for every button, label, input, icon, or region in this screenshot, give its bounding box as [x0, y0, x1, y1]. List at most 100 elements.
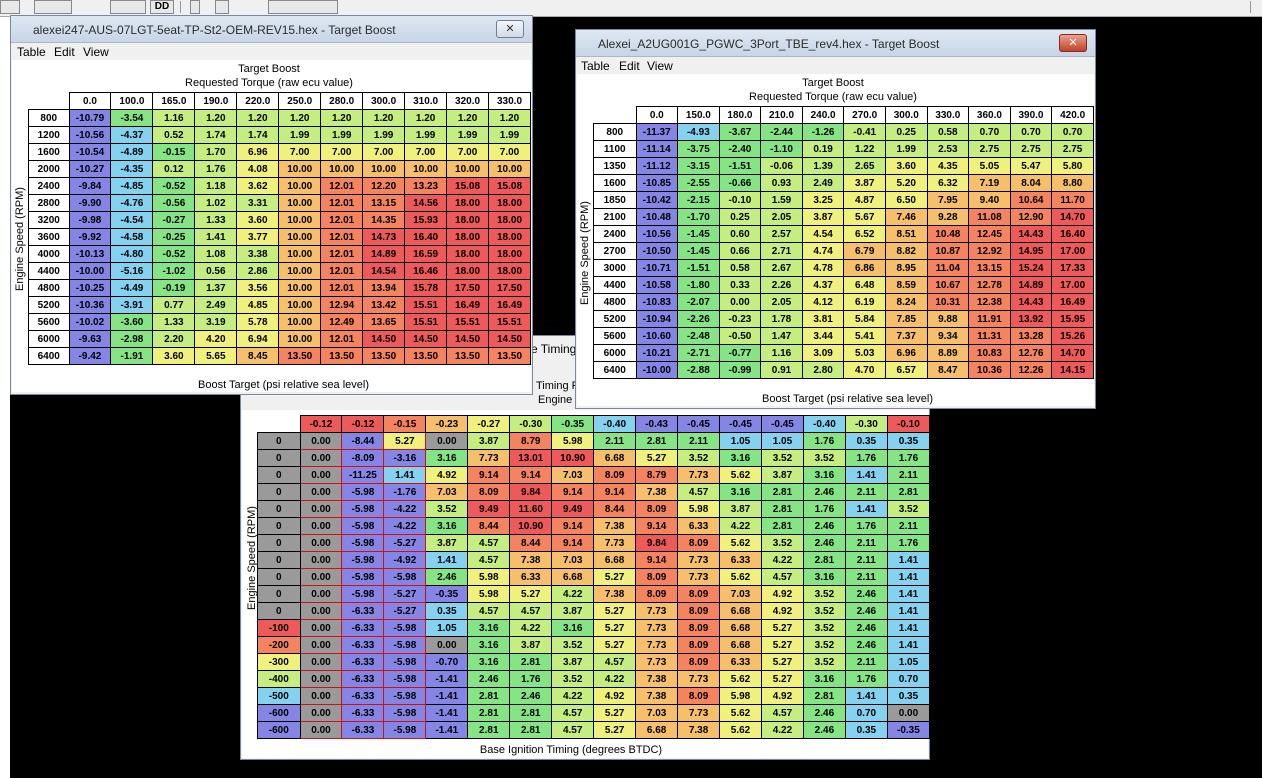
table-cell[interactable]: 2.11: [844, 483, 888, 501]
table-cell[interactable]: 10.90: [509, 517, 553, 535]
table-cell[interactable]: 18.00: [488, 194, 531, 212]
table-cell[interactable]: 7.37: [884, 327, 928, 345]
table-cell[interactable]: -2.98: [110, 330, 154, 348]
table-cell[interactable]: 2.26: [760, 276, 803, 294]
table-cell[interactable]: 7.38: [635, 483, 679, 501]
table-cell[interactable]: 0.35: [844, 432, 888, 450]
row-header[interactable]: -200: [257, 636, 301, 654]
table-cell[interactable]: 10.64: [1009, 191, 1053, 209]
table-cell[interactable]: 1.08: [194, 245, 238, 263]
table-cell[interactable]: -4.76: [110, 194, 154, 212]
table-cell[interactable]: 3.52: [677, 449, 721, 467]
table-cell[interactable]: 8.44: [593, 500, 637, 518]
table-cell[interactable]: 18.00: [446, 194, 490, 212]
table-cell[interactable]: 3.87: [801, 208, 845, 226]
table-cell[interactable]: 10.00: [278, 228, 322, 246]
column-header[interactable]: -0.12: [299, 415, 343, 433]
table-cell[interactable]: 5.98: [467, 585, 511, 603]
table-cell[interactable]: -3.16: [383, 449, 427, 467]
table-cell[interactable]: 1.41: [844, 687, 888, 705]
table-cell[interactable]: -10.36: [68, 296, 112, 314]
row-header[interactable]: 3600: [28, 228, 70, 246]
table-cell[interactable]: 4.78: [801, 259, 845, 277]
column-header[interactable]: -0.35: [551, 415, 595, 433]
table-cell[interactable]: 7.19: [968, 174, 1011, 192]
table-cell[interactable]: 16.40: [404, 228, 448, 246]
table-cell[interactable]: 2.11: [844, 653, 888, 671]
table-cell[interactable]: 10.48: [926, 225, 970, 243]
row-header[interactable]: 1200: [28, 126, 70, 144]
table-cell[interactable]: -10.42: [635, 191, 679, 209]
table-cell[interactable]: -5.98: [341, 585, 385, 603]
table-cell[interactable]: 1.76: [844, 670, 888, 688]
table-cell[interactable]: 2.46: [802, 721, 846, 739]
row-header[interactable]: 800: [593, 123, 637, 141]
table-cell[interactable]: 14.50: [488, 330, 531, 348]
table-cell[interactable]: 3.16: [425, 517, 469, 535]
table-cell[interactable]: -10.79: [68, 109, 112, 127]
table-cell[interactable]: 11.91: [968, 310, 1011, 328]
table-cell[interactable]: 5.98: [551, 432, 595, 450]
row-header[interactable]: 800: [28, 109, 70, 127]
table-cell[interactable]: 15.26: [1051, 327, 1094, 345]
table-cell[interactable]: 2.46: [467, 670, 511, 688]
table-cell[interactable]: 5.27: [760, 619, 804, 637]
table-cell[interactable]: 3.52: [551, 636, 595, 654]
table-cell[interactable]: 5.98: [719, 687, 762, 705]
table-cell[interactable]: 0.00: [299, 568, 343, 586]
table-cell[interactable]: 4.22: [760, 551, 804, 569]
table-cell[interactable]: 11.04: [926, 259, 970, 277]
table-cell[interactable]: 6.48: [843, 276, 886, 294]
table-cell[interactable]: 0.70: [1009, 123, 1053, 141]
table-cell[interactable]: 2.75: [968, 140, 1011, 158]
table-cell[interactable]: 3.52: [802, 602, 846, 620]
row-header[interactable]: 6000: [593, 344, 637, 362]
table-cell[interactable]: 7.38: [593, 517, 637, 535]
row-header[interactable]: 0: [257, 551, 301, 569]
table-cell[interactable]: 1.99: [884, 140, 928, 158]
row-header[interactable]: 3000: [593, 259, 637, 277]
table-cell[interactable]: 0.70: [844, 704, 888, 722]
table-cell[interactable]: 2.46: [802, 704, 846, 722]
close-icon[interactable]: ✕: [496, 20, 524, 38]
table-cell[interactable]: -5.98: [383, 687, 427, 705]
table-cell[interactable]: -2.55: [677, 174, 720, 192]
table-cell[interactable]: 2.81: [467, 704, 511, 722]
table-cell[interactable]: 8.51: [884, 225, 928, 243]
table-cell[interactable]: 3.16: [719, 483, 762, 501]
table-cell[interactable]: -1.51: [677, 259, 720, 277]
menu-view[interactable]: View: [647, 59, 673, 73]
row-header[interactable]: 0: [257, 602, 301, 620]
table-cell[interactable]: 6.94: [236, 330, 280, 348]
table-cell[interactable]: 1.41: [425, 551, 469, 569]
table-cell[interactable]: -5.98: [341, 517, 385, 535]
table-cell[interactable]: -1.76: [383, 483, 427, 501]
table-cell[interactable]: 7.46: [884, 208, 928, 226]
row-header[interactable]: 4000: [28, 245, 70, 263]
row-header[interactable]: 0: [257, 449, 301, 467]
table-cell[interactable]: 17.50: [446, 279, 490, 297]
table-cell[interactable]: 1.37: [194, 279, 238, 297]
table-cell[interactable]: 2.86: [236, 262, 280, 280]
table-cell[interactable]: -5.98: [341, 483, 385, 501]
table-cell[interactable]: 3.87: [760, 466, 804, 484]
row-header[interactable]: 4400: [28, 262, 70, 280]
table-cell[interactable]: 4.54: [801, 225, 845, 243]
table-cell[interactable]: 1.33: [152, 313, 196, 331]
table-cell[interactable]: -1.26: [801, 123, 845, 141]
table-cell[interactable]: 6.68: [593, 551, 637, 569]
table-cell[interactable]: -3.54: [110, 109, 154, 127]
column-header[interactable]: 190.0: [194, 92, 238, 110]
table-cell[interactable]: 0.00: [299, 704, 343, 722]
table-cell[interactable]: 7.73: [635, 636, 679, 654]
table-cell[interactable]: 18.00: [488, 211, 531, 229]
table-cell[interactable]: 6.19: [843, 293, 886, 311]
row-header[interactable]: 3200: [28, 211, 70, 229]
table-cell[interactable]: 1.41: [383, 466, 427, 484]
table-cell[interactable]: 15.51: [446, 313, 490, 331]
table-cell[interactable]: 3.52: [760, 449, 804, 467]
table-cell[interactable]: 0.52: [152, 126, 196, 144]
table-cell[interactable]: 2.81: [802, 551, 846, 569]
table-cell[interactable]: 8.79: [635, 466, 679, 484]
table-cell[interactable]: 2.05: [760, 208, 803, 226]
